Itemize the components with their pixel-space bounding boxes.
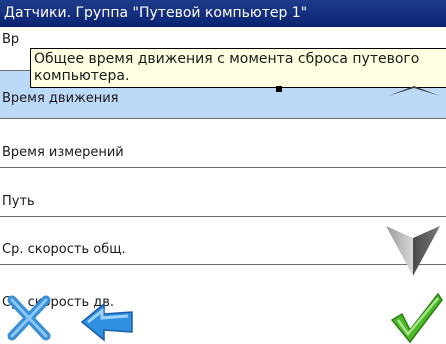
list-item[interactable]: Время измерений	[0, 119, 446, 168]
window-title: Датчики. Группа "Путевой компьютер 1"	[0, 0, 446, 27]
close-icon[interactable]	[6, 292, 52, 342]
scroll-up-icon[interactable]	[386, 82, 442, 100]
tooltip-handle	[276, 86, 282, 92]
checkmark-icon[interactable]	[388, 290, 444, 344]
list-item[interactable]: Ср. скорость дв.	[0, 265, 446, 344]
back-arrow-icon[interactable]	[80, 300, 136, 342]
list-item-label: Время измерений	[2, 145, 124, 160]
tooltip: Общее время движения с момента сброса пу…	[30, 48, 446, 88]
list-item-label: Путь	[2, 194, 35, 209]
list-item[interactable]: Путь	[0, 168, 446, 217]
list-item-label: Ср. скорость общ.	[2, 242, 126, 257]
scroll-down-arrow-icon[interactable]	[384, 222, 442, 278]
list-item-label: Время движения	[2, 91, 119, 106]
list-item-label: Вр	[2, 32, 20, 47]
list-item[interactable]: Ср. скорость общ.	[0, 217, 446, 265]
